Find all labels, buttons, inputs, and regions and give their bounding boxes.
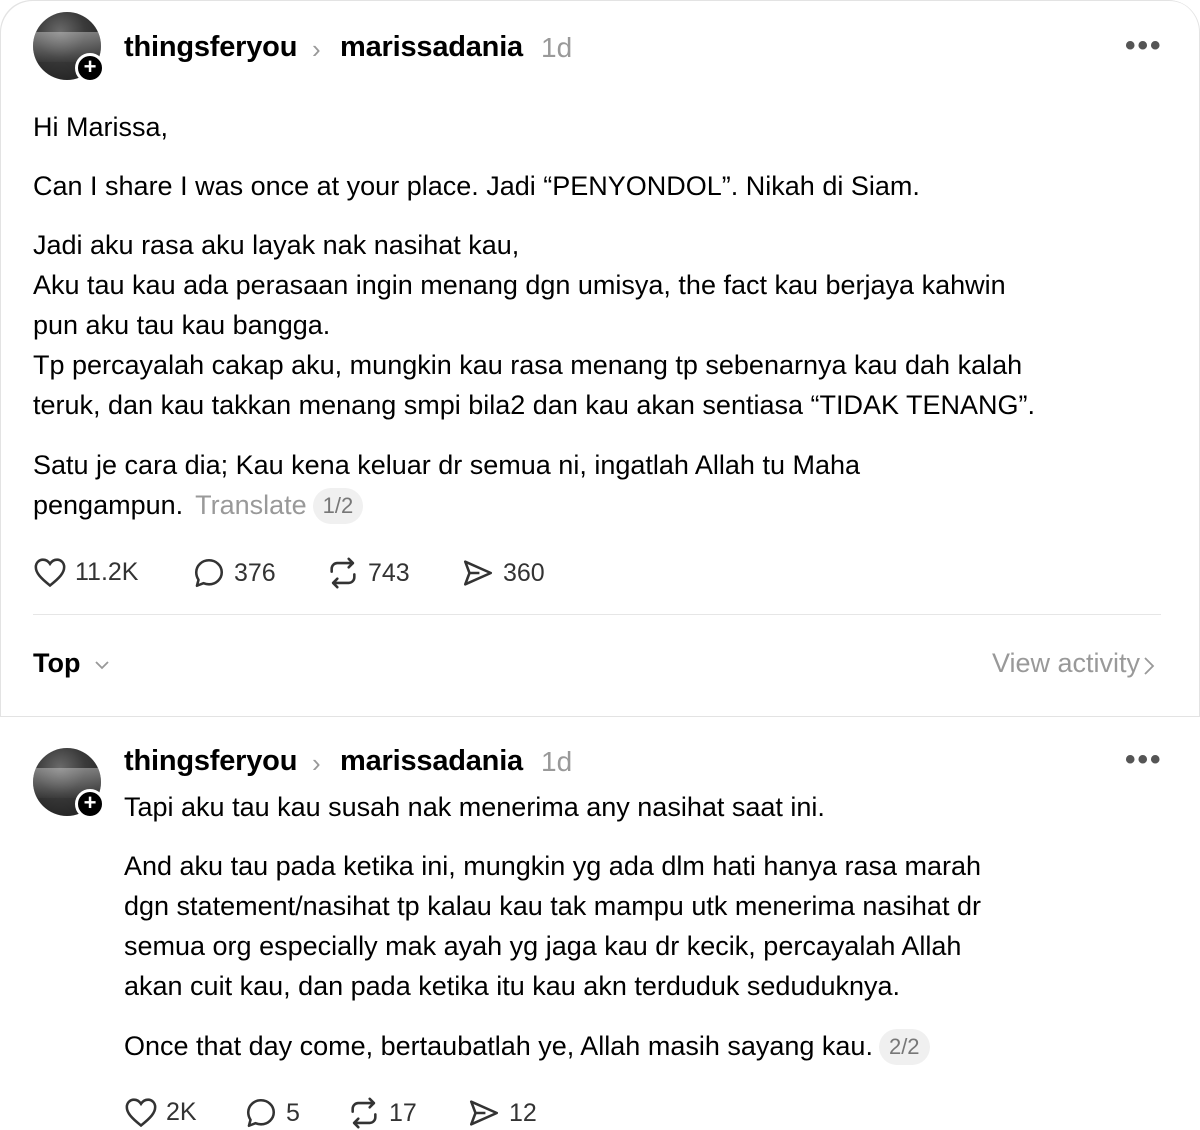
post-text: Jadi aku rasa aku layak nak nasihat kau,	[33, 230, 520, 260]
view-activity-link[interactable]: View activity	[992, 648, 1140, 679]
more-icon[interactable]: •••	[1125, 29, 1163, 63]
comment-icon	[246, 1098, 276, 1128]
heart-icon	[34, 558, 66, 588]
chevron-down-icon[interactable]	[92, 655, 112, 675]
reply-to-name[interactable]: marissadania	[340, 31, 523, 64]
post-text-last: pengampun. Translate 1/2	[33, 485, 364, 525]
follow-plus-icon[interactable]: +	[75, 789, 105, 819]
like-count: 11.2K	[75, 557, 139, 586]
page-badge: 2/2	[878, 1029, 930, 1065]
reply-text: dgn statement/nasihat tp kalau kau tak m…	[124, 891, 981, 921]
section-separator	[0, 716, 1200, 717]
repost-button[interactable]: 743	[326, 556, 410, 590]
share-icon	[469, 1100, 499, 1126]
like-count: 2K	[166, 1097, 197, 1126]
post-time: 1d	[541, 32, 573, 63]
reply-text: Tapi aku tau kau susah nak menerima any …	[124, 792, 825, 822]
repost-icon	[330, 557, 356, 589]
chevron-right-icon[interactable]	[1140, 655, 1158, 677]
post-text: pengampun.	[33, 490, 184, 520]
post-text: Can I share I was once at your place. Ja…	[33, 171, 920, 201]
more-icon[interactable]: •••	[1125, 743, 1163, 777]
repost-button[interactable]: 17	[347, 1096, 417, 1130]
share-icon	[463, 560, 493, 586]
reply-count: 376	[234, 558, 276, 587]
chevron-right-icon: ›	[312, 34, 321, 64]
reply-to-name[interactable]: marissadania	[340, 745, 523, 778]
heart-icon	[125, 1098, 157, 1128]
post-text: pun aku tau kau bangga.	[33, 310, 331, 340]
repost-count: 743	[368, 558, 410, 587]
share-count: 12	[509, 1098, 537, 1127]
repost-icon	[351, 1097, 377, 1129]
reply-text-last: Once that day come, bertaubatlah ye, All…	[124, 1026, 930, 1066]
share-button[interactable]: 12	[467, 1096, 537, 1130]
page-badge: 1/2	[312, 488, 364, 524]
post-text: Satu je cara dia; Kau kena keluar dr sem…	[33, 450, 861, 480]
like-button[interactable]: 11.2K	[33, 556, 138, 588]
share-count: 360	[503, 558, 545, 587]
reply-button[interactable]: 376	[192, 556, 276, 590]
follow-plus-icon[interactable]: +	[75, 53, 105, 83]
divider	[33, 614, 1161, 615]
post-time: 1d	[541, 746, 573, 777]
author-name[interactable]: thingsferyou	[124, 745, 297, 778]
reply-count: 5	[286, 1098, 300, 1127]
chevron-right-icon: ›	[312, 748, 321, 778]
share-button[interactable]: 360	[461, 556, 545, 590]
reply-text: And aku tau pada ketika ini, mungkin yg …	[124, 851, 982, 881]
reply-text: Once that day come, bertaubatlah ye, All…	[124, 1031, 873, 1061]
translate-link[interactable]: Translate	[195, 490, 307, 520]
author-name[interactable]: thingsferyou	[124, 31, 297, 64]
comment-icon	[194, 558, 224, 588]
repost-count: 17	[389, 1098, 417, 1127]
reply-text: akan cuit kau, dan pada ketika itu kau a…	[124, 971, 901, 1001]
reply-text: semua org especially mak ayah yg jaga ka…	[124, 931, 962, 961]
reply-button[interactable]: 5	[244, 1096, 300, 1130]
post-text: Tp percayalah cakap aku, mungkin kau ras…	[33, 350, 1023, 380]
like-button[interactable]: 2K	[124, 1096, 197, 1128]
post-text: teruk, dan kau takkan menang smpi bila2 …	[33, 390, 1036, 420]
sort-dropdown[interactable]: Top	[33, 648, 80, 679]
post-text: Hi Marissa,	[33, 112, 169, 142]
post-text: Aku tau kau ada perasaan ingin menang dg…	[33, 270, 1006, 300]
